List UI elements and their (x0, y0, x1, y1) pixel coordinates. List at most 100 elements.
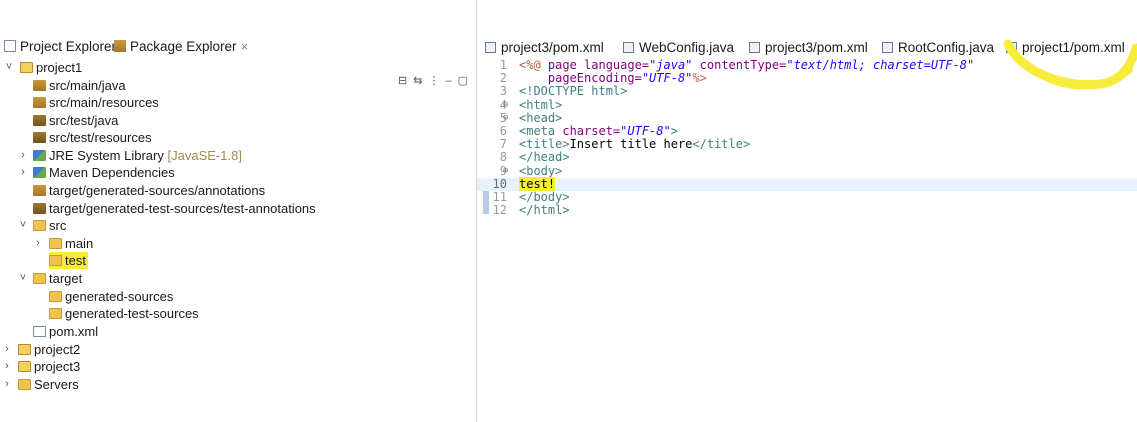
code-line[interactable]: 11 </body> (477, 191, 1137, 204)
project-explorer-icon (4, 40, 16, 52)
editor-tab-project1-pom[interactable]: project1/pom.xml (1006, 38, 1125, 58)
code-line[interactable]: 7 <title>Insert title here</title> (477, 138, 1137, 151)
close-icon[interactable]: × (241, 39, 249, 54)
tree-item-project3[interactable]: › project3 (2, 358, 80, 375)
code-line[interactable]: 4 ⊖ <html> (477, 98, 1137, 112)
tree-item-project1[interactable]: ˅ project1 (4, 59, 82, 76)
library-icon (33, 150, 46, 161)
code-token: test! (519, 176, 556, 191)
code-line[interactable]: 3 <!DOCTYPE html> (477, 85, 1137, 98)
code-token: <head> (519, 110, 563, 125)
tree-label: target/generated-sources/annotations (49, 183, 266, 198)
tree-label: src/test/java (49, 113, 119, 128)
code-token: page (547, 58, 585, 72)
code-text: <meta charset="UTF-8"> (519, 125, 678, 138)
tree-item-target[interactable]: ˅ target (18, 270, 82, 287)
tree-label: generated-test-sources (65, 306, 199, 321)
code-line[interactable]: 6 <meta charset="UTF-8"> (477, 125, 1137, 138)
tree-label: src/test/resources (49, 130, 152, 145)
line-number: 8 (499, 150, 507, 165)
tree-label: pom.xml (49, 324, 99, 339)
view-toolbar: ⊟ ⇆ ⋮ – ▢ (398, 74, 474, 87)
folder-icon (33, 273, 46, 284)
view-menu-icon[interactable]: ⋮ (428, 74, 439, 87)
expand-toggle-icon[interactable]: › (2, 376, 12, 393)
editor-tab-webconfig[interactable]: WebConfig.java (623, 38, 734, 58)
code-text: test! (519, 176, 556, 191)
tab-package-explorer[interactable]: Package Explorer × (114, 36, 248, 58)
tree-item-src-test-java[interactable]: src/test/java (33, 112, 118, 129)
code-token: %> (692, 71, 707, 86)
expand-toggle-icon[interactable]: › (2, 358, 12, 375)
code-token: <!DOCTYPE html> (519, 84, 628, 99)
tree-item-src-main-java[interactable]: src/main/java (33, 77, 126, 94)
line-number: 10 (492, 176, 507, 191)
minimize-icon[interactable]: – (445, 75, 451, 87)
code-line[interactable]: 9 ⊖ <body> (477, 163, 1137, 178)
tree-item-src-test-resources[interactable]: src/test/resources (33, 129, 152, 146)
tab-project-explorer[interactable]: Project Explorer (4, 36, 116, 58)
editor-tab-label: RootConfig.java (898, 40, 995, 55)
tree-item-maven-dependencies[interactable]: › Maven Dependencies (18, 164, 175, 181)
editor-tab-label: project3/pom.xml (501, 40, 604, 55)
tree-item-generated-sources[interactable]: generated-sources (49, 288, 173, 305)
editor-tab-rootconfig[interactable]: RootConfig.java (882, 38, 994, 58)
expand-toggle-icon[interactable]: ˅ (18, 217, 28, 234)
tree-label: src (49, 218, 67, 233)
line-number: 12 (492, 203, 507, 218)
collapse-all-icon[interactable]: ⊟ (398, 74, 407, 87)
expand-toggle-icon[interactable]: ˅ (4, 59, 14, 76)
code-line[interactable]: 10 test! (477, 176, 1137, 191)
code-token: </html> (519, 203, 570, 218)
tree-item-pom-xml[interactable]: pom.xml (33, 323, 98, 340)
java-file-icon (623, 42, 634, 53)
folder-icon (33, 220, 46, 231)
editor-tab-project3-pom-2[interactable]: project3/pom.xml (749, 38, 868, 58)
code-text: </html> (519, 204, 570, 217)
tree-item-servers[interactable]: › Servers (2, 376, 79, 393)
tree-label: project1 (36, 60, 83, 75)
expand-toggle-icon[interactable]: › (33, 235, 43, 252)
xml-file-icon (33, 326, 46, 337)
code-token: </body> (519, 190, 570, 204)
tree-item-src[interactable]: ˅ src (18, 217, 67, 234)
code-line[interactable]: 8 </head> (477, 151, 1137, 164)
tree-label: JRE System Library (49, 148, 164, 163)
fold-toggle-icon[interactable]: ⊖ (503, 99, 511, 112)
source-folder-icon (33, 203, 46, 214)
tree-item-generated-test-sources[interactable]: generated-test-sources (49, 305, 199, 322)
code-text: <head> (519, 110, 563, 125)
code-line[interactable]: 12 </html> (477, 204, 1137, 217)
tree-item-generated-annotations[interactable]: target/generated-sources/annotations (33, 182, 265, 199)
tree-item-generated-test-annotations[interactable]: target/generated-test-sources/test-annot… (33, 200, 316, 217)
line-number: 6 (499, 124, 507, 138)
tree-item-jre-system-library[interactable]: › JRE System Library [JavaSE-1.8] (18, 147, 242, 164)
maximize-icon[interactable]: ▢ (458, 74, 468, 87)
code-token: charset= (562, 124, 621, 138)
folder-icon (49, 238, 62, 249)
fold-toggle-icon[interactable]: ⊖ (503, 112, 511, 125)
editor-tab-project3-pom[interactable]: project3/pom.xml (485, 38, 604, 58)
code-text: <body> (519, 163, 563, 178)
expand-toggle-icon[interactable]: › (2, 341, 12, 358)
library-version: [JavaSE-1.8] (167, 148, 242, 163)
tab-label: Project Explorer (20, 39, 117, 54)
tree-item-src-main-resources[interactable]: src/main/resources (33, 94, 159, 111)
editor-tab-bar: project3/pom.xml WebConfig.java project3… (477, 38, 1137, 58)
link-editor-icon[interactable]: ⇆ (413, 74, 422, 87)
source-folder-icon (33, 97, 46, 108)
tree-item-test[interactable]: test (49, 252, 88, 269)
view-tab-bar: Project Explorer Package Explorer × ⊟ ⇆ ⋮ – ▢ (0, 36, 476, 87)
expand-toggle-icon[interactable]: › (18, 147, 28, 164)
expand-toggle-icon[interactable]: › (18, 164, 28, 181)
tree-item-main[interactable]: › main (33, 235, 93, 252)
tree-item-project2[interactable]: › project2 (2, 341, 80, 358)
fold-toggle-icon[interactable]: ⊖ (503, 165, 511, 178)
code-line[interactable]: 1 <%@ page language="java" contentType="t… (477, 59, 1137, 72)
code-token: <body> (519, 163, 563, 178)
code-line[interactable]: 5 ⊖ <head> (477, 110, 1137, 125)
code-line[interactable]: 2 pageEncoding="UTF-8"%> (477, 72, 1137, 85)
editor-tab-label: project3/pom.xml (765, 40, 868, 55)
expand-toggle-icon[interactable]: ˅ (18, 270, 28, 287)
package-explorer-icon (114, 40, 126, 52)
